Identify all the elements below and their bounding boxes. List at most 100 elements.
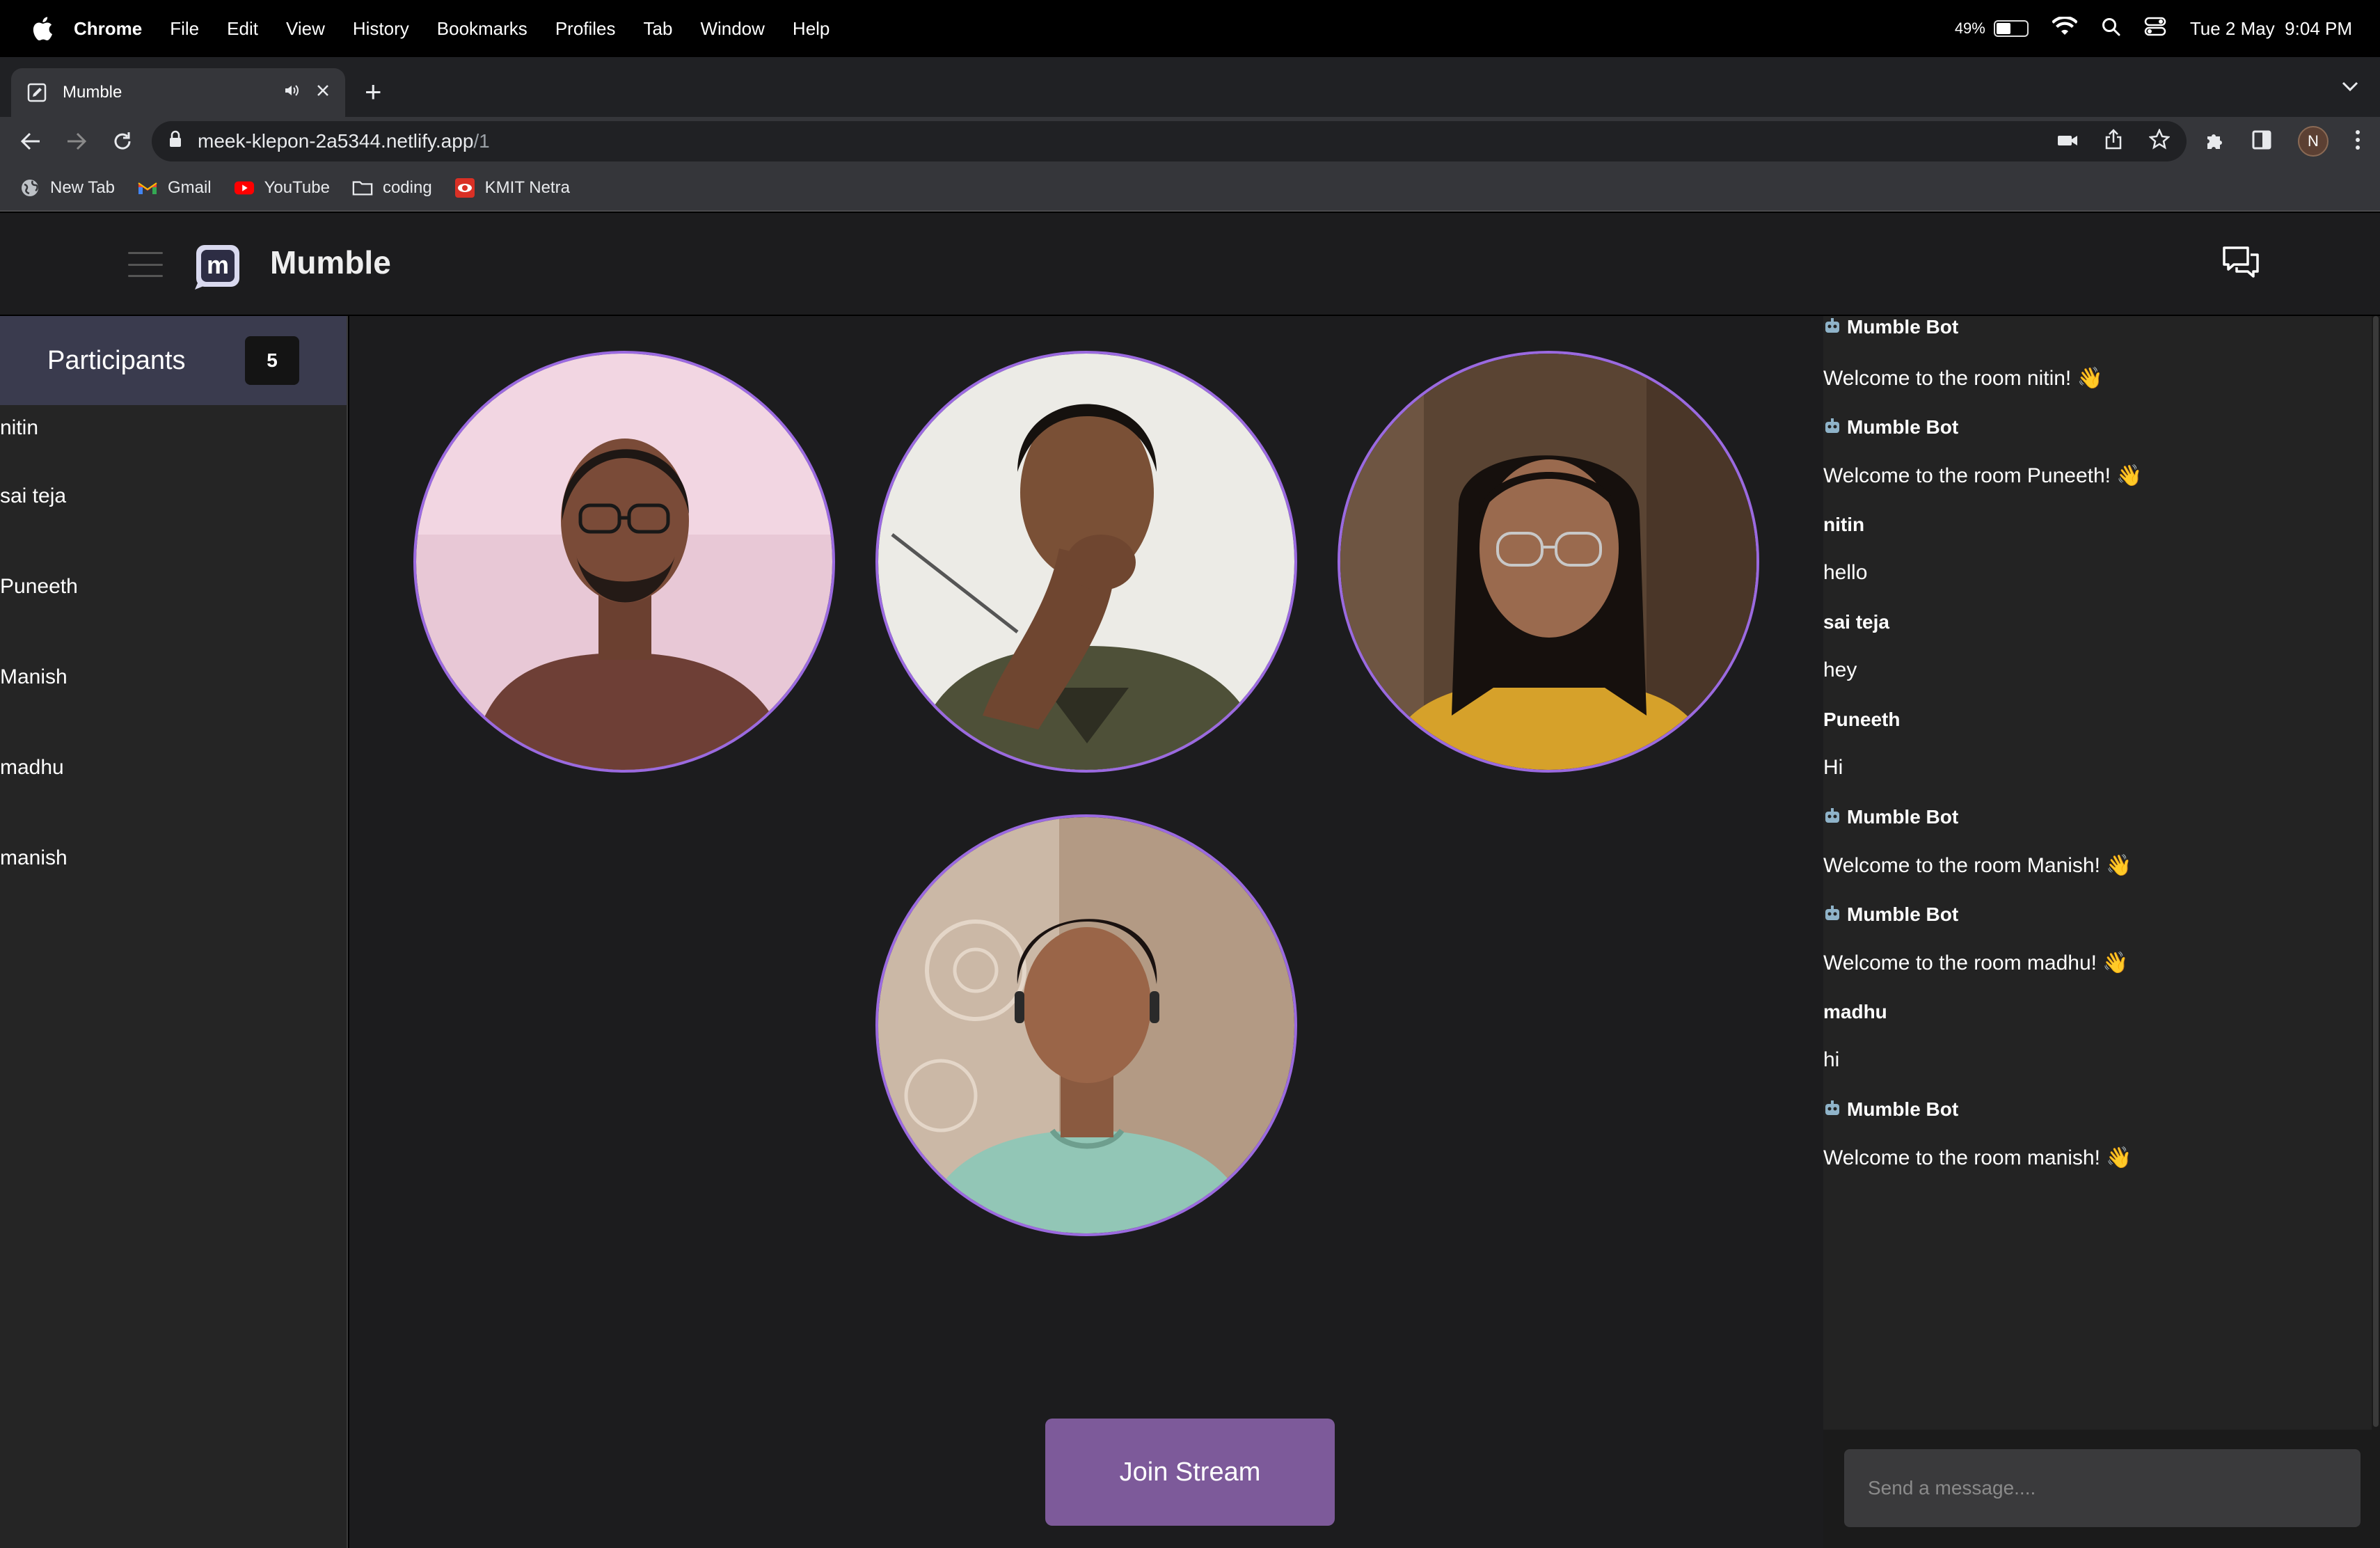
participant-video-tile[interactable] <box>875 351 1297 773</box>
message-author: Mumble Bot <box>1823 1096 2380 1144</box>
tab-close-icon[interactable] <box>316 83 330 102</box>
participant-video-frame <box>416 354 832 770</box>
message-author-name: madhu <box>1823 1001 1887 1022</box>
chat-message: Mumble Bot Welcome to the room Puneeth! … <box>1823 413 2380 511</box>
bookmark-star-icon[interactable] <box>2148 127 2171 155</box>
chat-message-input[interactable] <box>1844 1449 2361 1527</box>
message-author: Mumble Bot <box>1823 413 2380 462</box>
message-text: Welcome to the room nitin! 👋 <box>1823 367 2103 390</box>
bookmarks-bar: New Tab Gmail YouTube coding KMIT Netra <box>0 166 2380 212</box>
lock-icon[interactable] <box>168 130 182 153</box>
menu-history[interactable]: History <box>353 18 409 40</box>
message-author-name: nitin <box>1823 514 1865 535</box>
menu-window[interactable]: Window <box>700 18 764 40</box>
menu-datetime[interactable]: Tue 2 May 9:04 PM <box>2190 18 2352 40</box>
message-author-name: Puneeth <box>1823 709 1901 730</box>
message-author-name: Mumble Bot <box>1847 806 1959 828</box>
robot-icon <box>1825 318 1839 333</box>
address-bar[interactable]: meek-klepon-2a5344.netlify.app/1 <box>152 121 2187 161</box>
robot-icon <box>1825 1100 1839 1115</box>
macos-menu-bar: Chrome File Edit View History Bookmarks … <box>0 0 2380 57</box>
menu-view[interactable]: View <box>286 18 325 40</box>
menu-bookmarks[interactable]: Bookmarks <box>437 18 527 40</box>
participant-item[interactable]: Manish <box>0 632 347 722</box>
bookmark-folder-coding[interactable]: coding <box>352 177 432 198</box>
message-text: hello <box>1823 561 1868 584</box>
chat-message: madhu hi <box>1823 998 2380 1096</box>
message-author-name: Mumble Bot <box>1847 316 1959 338</box>
participant-item[interactable]: sai teja <box>0 451 347 542</box>
participant-video-tile[interactable] <box>1338 351 1759 773</box>
robot-icon <box>1825 906 1839 920</box>
menu-tab[interactable]: Tab <box>644 18 673 40</box>
extensions-puzzle-icon[interactable] <box>2205 129 2226 154</box>
bookmark-youtube[interactable]: YouTube <box>234 177 330 198</box>
participant-video-frame <box>1340 354 1756 770</box>
participant-item[interactable]: nitin <box>0 405 347 451</box>
camera-in-use-icon[interactable] <box>2057 130 2078 152</box>
robot-icon <box>1825 808 1839 823</box>
participant-item[interactable]: madhu <box>0 722 347 813</box>
chat-message: sai teja hey <box>1823 608 2380 706</box>
participant-item[interactable]: manish <box>0 813 347 903</box>
chat-message: Puneeth Hi <box>1823 706 2380 803</box>
participant-video-frame <box>878 354 1294 770</box>
message-author-name: sai teja <box>1823 611 1889 633</box>
hamburger-menu-icon[interactable] <box>128 252 163 277</box>
chat-toggle-icon[interactable] <box>2219 241 2263 285</box>
reload-icon[interactable] <box>107 126 138 157</box>
tab-title: Mumble <box>63 83 122 102</box>
app-header: m Mumble <box>0 213 2380 316</box>
menu-file[interactable]: File <box>170 18 199 40</box>
tab-audio-icon[interactable] <box>284 83 301 102</box>
chat-message: Mumble Bot Welcome to the room Manish! 👋 <box>1823 803 2380 901</box>
folder-icon <box>352 177 373 198</box>
message-text: Welcome to the room Puneeth! 👋 <box>1823 464 2143 487</box>
bookmark-kmit-netra[interactable]: KMIT Netra <box>454 177 570 198</box>
message-author: madhu <box>1823 998 2380 1047</box>
svg-text:m: m <box>207 251 229 279</box>
profile-avatar[interactable]: N <box>2298 126 2329 157</box>
message-author: Mumble Bot <box>1823 316 2380 365</box>
chrome-menu-kebab-icon[interactable] <box>2355 129 2361 154</box>
back-arrow-icon[interactable] <box>15 126 46 157</box>
participants-list: nitin sai teja Puneeth Manish madhu mani… <box>0 405 347 903</box>
menu-edit[interactable]: Edit <box>227 18 258 40</box>
globe-icon <box>19 177 40 198</box>
menu-profiles[interactable]: Profiles <box>555 18 616 40</box>
message-author: Mumble Bot <box>1823 803 2380 852</box>
menu-help[interactable]: Help <box>793 18 830 40</box>
url-path: /1 <box>473 130 490 152</box>
chat-message: nitin hello <box>1823 511 2380 608</box>
tab-favicon-icon <box>27 83 47 102</box>
battery-status[interactable]: 49% <box>1955 19 2029 38</box>
message-text: Welcome to the room madhu! 👋 <box>1823 951 2129 974</box>
message-author-name: Mumble Bot <box>1847 903 1959 925</box>
tab-search-chevron-icon[interactable] <box>2341 81 2359 95</box>
join-stream-button[interactable]: Join Stream <box>1045 1419 1335 1526</box>
forward-arrow-icon[interactable] <box>61 126 92 157</box>
menu-app-name[interactable]: Chrome <box>74 18 142 40</box>
side-panel-icon[interactable] <box>2252 130 2271 153</box>
chat-message: Mumble Bot Welcome to the room manish! 👋 <box>1823 1096 2380 1193</box>
participant-video-tile[interactable] <box>875 814 1297 1236</box>
spotlight-search-icon[interactable] <box>2101 17 2120 41</box>
apple-logo-icon[interactable] <box>25 11 60 46</box>
share-icon[interactable] <box>2104 128 2123 155</box>
chat-scrollbar-thumb[interactable] <box>2373 316 2379 1427</box>
participant-item[interactable]: Puneeth <box>0 542 347 632</box>
wifi-icon[interactable] <box>2051 15 2078 41</box>
battery-icon <box>1993 20 2029 37</box>
control-center-icon[interactable] <box>2144 17 2166 41</box>
app-title: Mumble <box>270 244 391 281</box>
netra-icon <box>454 177 475 198</box>
message-author: Puneeth <box>1823 706 2380 755</box>
new-tab-button[interactable]: + <box>365 77 382 106</box>
url-host: meek-klepon-2a5344.netlify.app <box>198 130 474 152</box>
bookmark-label: Gmail <box>167 178 212 197</box>
bookmark-new-tab[interactable]: New Tab <box>19 177 115 198</box>
bookmark-gmail[interactable]: Gmail <box>137 177 212 198</box>
participant-video-tile[interactable] <box>413 351 835 773</box>
tab-mumble[interactable]: Mumble <box>11 68 345 117</box>
chat-scrollbar[interactable] <box>2372 316 2380 1430</box>
